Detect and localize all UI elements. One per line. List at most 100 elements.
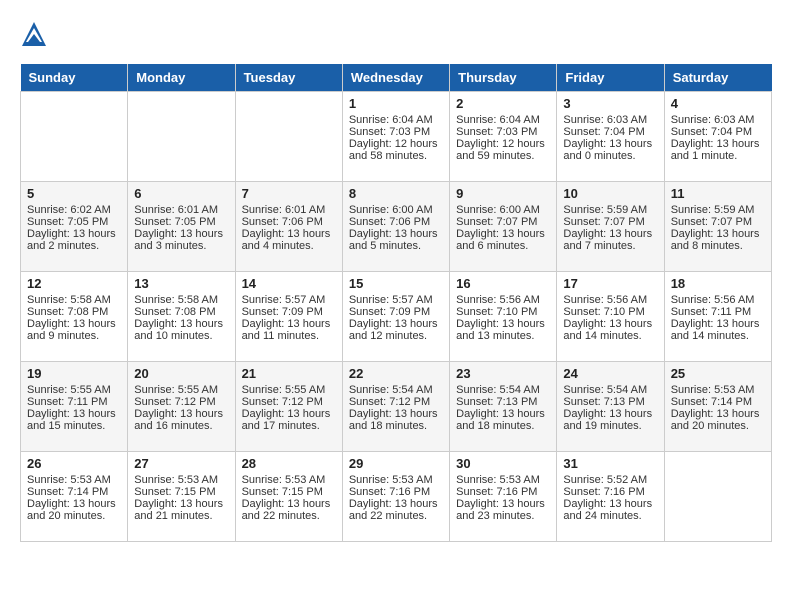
calendar-cell: 29Sunrise: 5:53 AMSunset: 7:16 PMDayligh… <box>342 452 449 542</box>
calendar-body: 1Sunrise: 6:04 AMSunset: 7:03 PMDaylight… <box>21 92 772 542</box>
calendar-header: SundayMondayTuesdayWednesdayThursdayFrid… <box>21 64 772 92</box>
sunset-text: Sunset: 7:09 PM <box>349 306 443 318</box>
sunset-text: Sunset: 7:08 PM <box>134 306 228 318</box>
sunrise-text: Sunrise: 5:52 AM <box>563 474 657 486</box>
calendar-cell <box>664 452 771 542</box>
daylight-text: Daylight: 13 hours and 14 minutes. <box>563 318 657 342</box>
sunset-text: Sunset: 7:16 PM <box>456 486 550 498</box>
daylight-text: Daylight: 13 hours and 20 minutes. <box>671 408 765 432</box>
sunrise-text: Sunrise: 5:59 AM <box>671 204 765 216</box>
sunrise-text: Sunrise: 5:54 AM <box>456 384 550 396</box>
daylight-text: Daylight: 13 hours and 10 minutes. <box>134 318 228 342</box>
sunset-text: Sunset: 7:07 PM <box>563 216 657 228</box>
calendar-cell <box>235 92 342 182</box>
calendar-cell: 30Sunrise: 5:53 AMSunset: 7:16 PMDayligh… <box>450 452 557 542</box>
sunrise-text: Sunrise: 5:55 AM <box>242 384 336 396</box>
sunset-text: Sunset: 7:03 PM <box>349 126 443 138</box>
daylight-text: Daylight: 13 hours and 19 minutes. <box>563 408 657 432</box>
sunrise-text: Sunrise: 5:56 AM <box>671 294 765 306</box>
day-number: 1 <box>349 96 443 111</box>
sunrise-text: Sunrise: 5:56 AM <box>563 294 657 306</box>
sunrise-text: Sunrise: 6:03 AM <box>563 114 657 126</box>
calendar-cell <box>21 92 128 182</box>
sunrise-text: Sunrise: 5:54 AM <box>563 384 657 396</box>
sunset-text: Sunset: 7:06 PM <box>242 216 336 228</box>
sunset-text: Sunset: 7:14 PM <box>671 396 765 408</box>
day-number: 16 <box>456 276 550 291</box>
logo-icon <box>20 20 48 48</box>
calendar-cell <box>128 92 235 182</box>
sunset-text: Sunset: 7:07 PM <box>456 216 550 228</box>
sunset-text: Sunset: 7:12 PM <box>242 396 336 408</box>
header-cell-thursday: Thursday <box>450 64 557 92</box>
calendar-week-5: 26Sunrise: 5:53 AMSunset: 7:14 PMDayligh… <box>21 452 772 542</box>
sunrise-text: Sunrise: 6:03 AM <box>671 114 765 126</box>
calendar-cell: 31Sunrise: 5:52 AMSunset: 7:16 PMDayligh… <box>557 452 664 542</box>
day-number: 17 <box>563 276 657 291</box>
sunrise-text: Sunrise: 5:58 AM <box>134 294 228 306</box>
day-number: 4 <box>671 96 765 111</box>
sunrise-text: Sunrise: 5:53 AM <box>27 474 121 486</box>
sunrise-text: Sunrise: 5:53 AM <box>671 384 765 396</box>
calendar-cell: 25Sunrise: 5:53 AMSunset: 7:14 PMDayligh… <box>664 362 771 452</box>
header-cell-monday: Monday <box>128 64 235 92</box>
daylight-text: Daylight: 13 hours and 14 minutes. <box>671 318 765 342</box>
daylight-text: Daylight: 12 hours and 59 minutes. <box>456 138 550 162</box>
calendar-cell: 12Sunrise: 5:58 AMSunset: 7:08 PMDayligh… <box>21 272 128 362</box>
sunrise-text: Sunrise: 5:54 AM <box>349 384 443 396</box>
daylight-text: Daylight: 13 hours and 16 minutes. <box>134 408 228 432</box>
daylight-text: Daylight: 13 hours and 24 minutes. <box>563 498 657 522</box>
header <box>20 20 772 48</box>
calendar-cell: 26Sunrise: 5:53 AMSunset: 7:14 PMDayligh… <box>21 452 128 542</box>
daylight-text: Daylight: 13 hours and 3 minutes. <box>134 228 228 252</box>
calendar-cell: 21Sunrise: 5:55 AMSunset: 7:12 PMDayligh… <box>235 362 342 452</box>
daylight-text: Daylight: 13 hours and 5 minutes. <box>349 228 443 252</box>
calendar-cell: 4Sunrise: 6:03 AMSunset: 7:04 PMDaylight… <box>664 92 771 182</box>
header-cell-tuesday: Tuesday <box>235 64 342 92</box>
sunset-text: Sunset: 7:05 PM <box>134 216 228 228</box>
day-number: 22 <box>349 366 443 381</box>
day-number: 7 <box>242 186 336 201</box>
daylight-text: Daylight: 13 hours and 9 minutes. <box>27 318 121 342</box>
calendar-cell: 14Sunrise: 5:57 AMSunset: 7:09 PMDayligh… <box>235 272 342 362</box>
logo <box>20 20 52 48</box>
day-number: 5 <box>27 186 121 201</box>
calendar-week-2: 5Sunrise: 6:02 AMSunset: 7:05 PMDaylight… <box>21 182 772 272</box>
day-number: 6 <box>134 186 228 201</box>
day-number: 20 <box>134 366 228 381</box>
daylight-text: Daylight: 13 hours and 12 minutes. <box>349 318 443 342</box>
sunset-text: Sunset: 7:03 PM <box>456 126 550 138</box>
calendar-cell: 24Sunrise: 5:54 AMSunset: 7:13 PMDayligh… <box>557 362 664 452</box>
daylight-text: Daylight: 13 hours and 20 minutes. <box>27 498 121 522</box>
calendar-cell: 22Sunrise: 5:54 AMSunset: 7:12 PMDayligh… <box>342 362 449 452</box>
day-number: 24 <box>563 366 657 381</box>
day-number: 30 <box>456 456 550 471</box>
daylight-text: Daylight: 13 hours and 2 minutes. <box>27 228 121 252</box>
calendar-cell: 3Sunrise: 6:03 AMSunset: 7:04 PMDaylight… <box>557 92 664 182</box>
sunrise-text: Sunrise: 6:00 AM <box>349 204 443 216</box>
sunset-text: Sunset: 7:16 PM <box>349 486 443 498</box>
calendar-cell: 13 Sunrise: 5:58 AMSunset: 7:08 PMDayligh… <box>128 272 235 362</box>
calendar-week-3: 12Sunrise: 5:58 AMSunset: 7:08 PMDayligh… <box>21 272 772 362</box>
sunrise-text: Sunrise: 5:53 AM <box>349 474 443 486</box>
daylight-text: Daylight: 13 hours and 22 minutes. <box>242 498 336 522</box>
sunrise-text: Sunrise: 6:00 AM <box>456 204 550 216</box>
sunset-text: Sunset: 7:09 PM <box>242 306 336 318</box>
calendar-cell: 20Sunrise: 5:55 AMSunset: 7:12 PMDayligh… <box>128 362 235 452</box>
daylight-text: Daylight: 13 hours and 0 minutes. <box>563 138 657 162</box>
sunrise-text: Sunrise: 6:01 AM <box>134 204 228 216</box>
sunset-text: Sunset: 7:04 PM <box>671 126 765 138</box>
day-number: 21 <box>242 366 336 381</box>
sunset-text: Sunset: 7:13 PM <box>456 396 550 408</box>
calendar-cell: 9Sunrise: 6:00 AMSunset: 7:07 PMDaylight… <box>450 182 557 272</box>
calendar-table: SundayMondayTuesdayWednesdayThursdayFrid… <box>20 64 772 542</box>
sunrise-text: Sunrise: 6:01 AM <box>242 204 336 216</box>
calendar-cell: 7Sunrise: 6:01 AMSunset: 7:06 PMDaylight… <box>235 182 342 272</box>
sunrise-text: Sunrise: 5:53 AM <box>134 474 228 486</box>
sunrise-text: Sunrise: 5:56 AM <box>456 294 550 306</box>
daylight-text: Daylight: 13 hours and 8 minutes. <box>671 228 765 252</box>
day-number: 13 <box>134 276 228 291</box>
sunrise-text: Sunrise: 5:59 AM <box>563 204 657 216</box>
calendar-cell: 23Sunrise: 5:54 AMSunset: 7:13 PMDayligh… <box>450 362 557 452</box>
sunrise-text: Sunrise: 5:57 AM <box>349 294 443 306</box>
